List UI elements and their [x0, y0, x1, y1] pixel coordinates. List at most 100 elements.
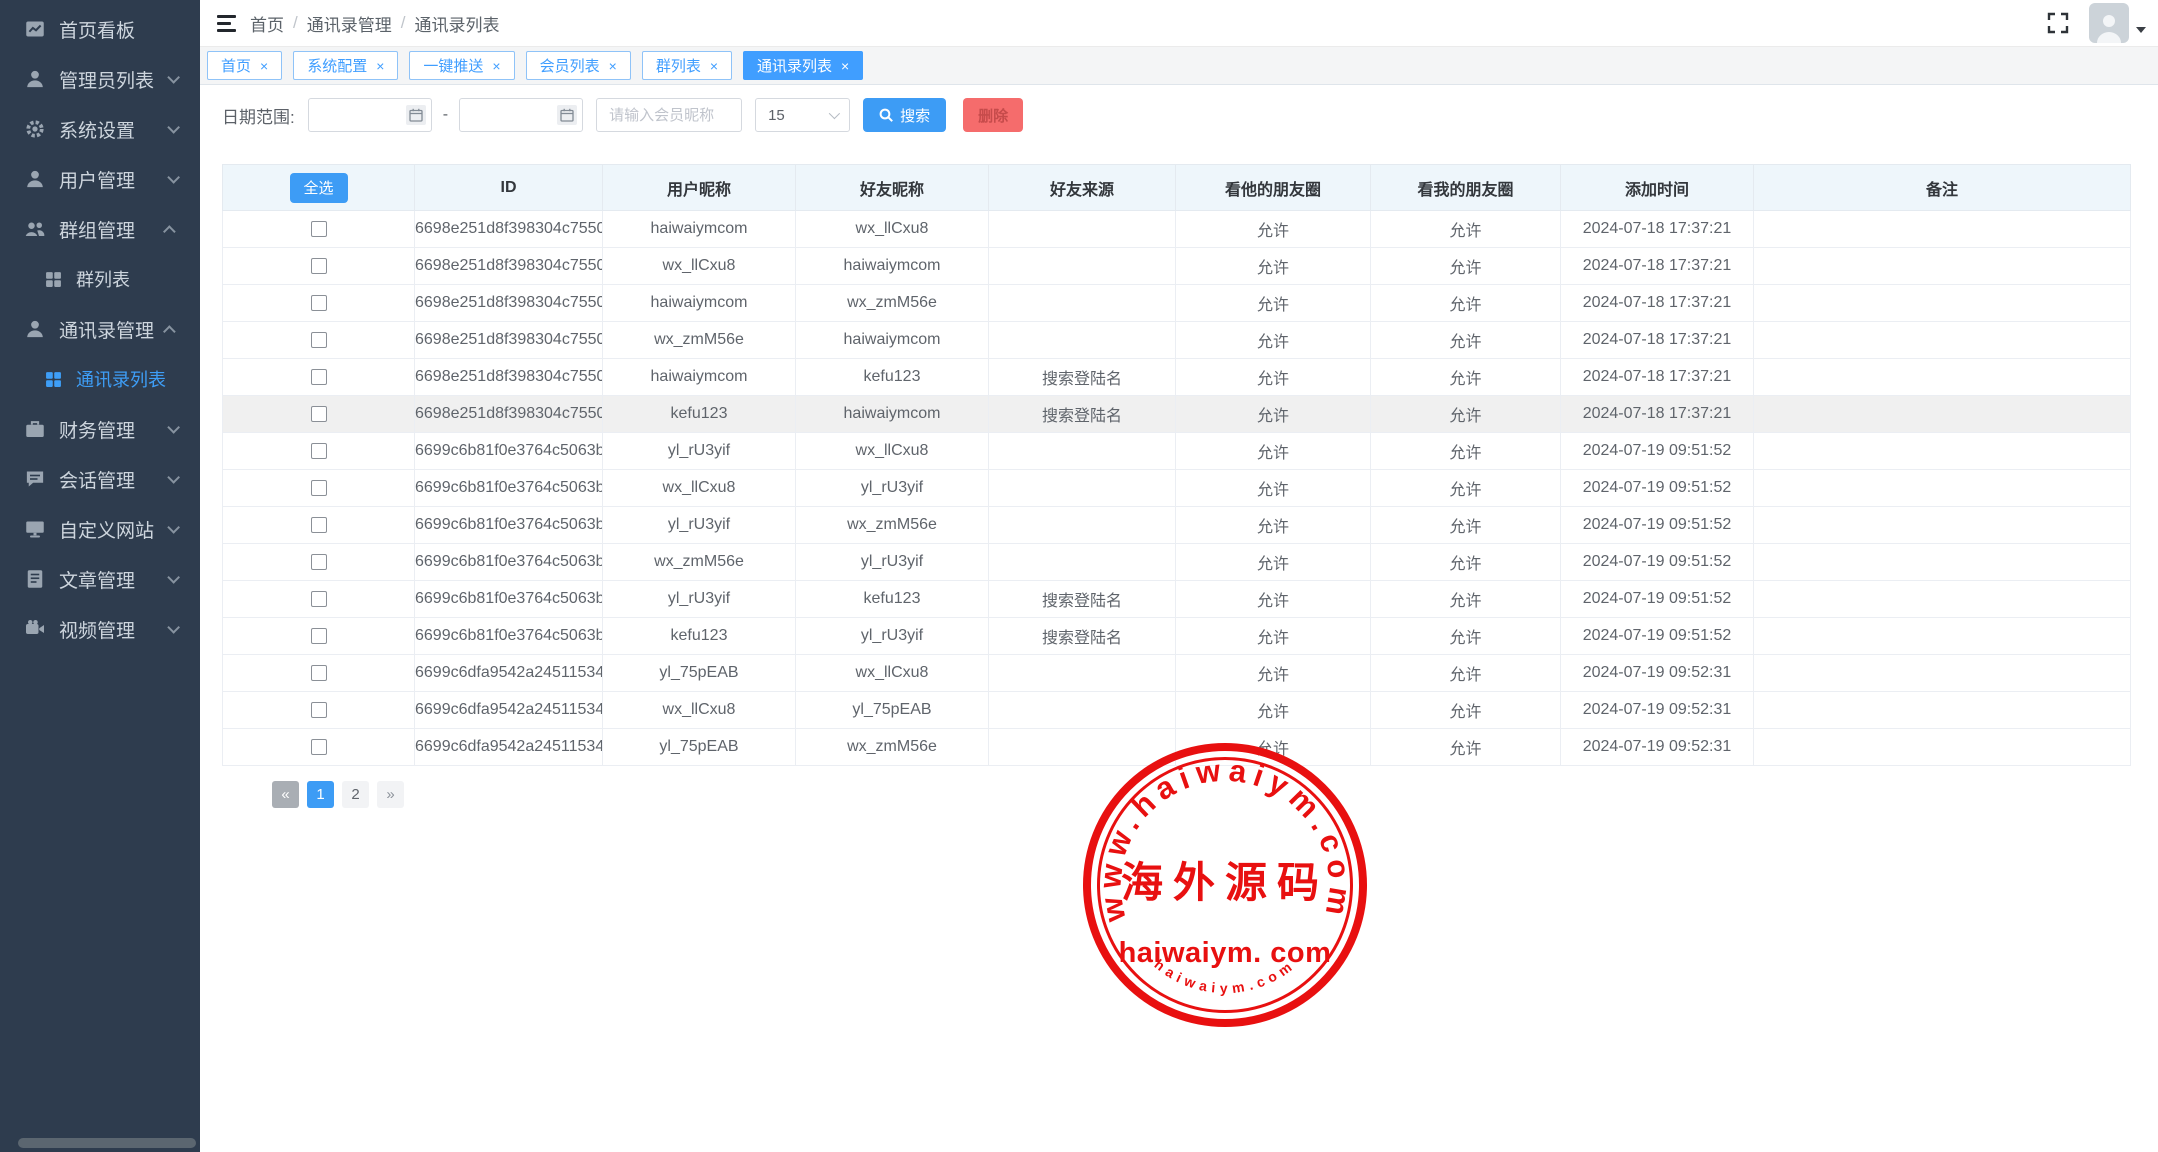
cell-see_my: 允许: [1371, 248, 1561, 285]
row-checkbox[interactable]: [311, 258, 327, 274]
page-size-select[interactable]: 15: [755, 98, 850, 132]
filter-bar: 日期范围: -: [222, 98, 2158, 132]
topbar-right: [2045, 3, 2146, 43]
breadcrumb-item-1[interactable]: 通讯录管理: [307, 11, 392, 36]
cell-friend_source: 搜索登陆名: [989, 359, 1176, 396]
sidebar-item-3[interactable]: 用户管理: [0, 154, 200, 204]
sidebar-item-8[interactable]: 财务管理: [0, 404, 200, 454]
tab-close-icon[interactable]: ×: [609, 59, 617, 73]
checkbox-cell: [223, 544, 415, 581]
date-to-input[interactable]: [459, 98, 583, 132]
tab-5[interactable]: 通讯录列表×: [743, 51, 863, 80]
user-menu-chevron-down-icon[interactable]: [2136, 27, 2146, 33]
cell-see_my: 允许: [1371, 729, 1561, 766]
date-from-input[interactable]: [308, 98, 432, 132]
stamp-main-text: haiwaiym. com: [1119, 937, 1332, 969]
sidebar-item-2[interactable]: 系统设置: [0, 104, 200, 154]
sidebar-item-9[interactable]: 会话管理: [0, 454, 200, 504]
row-checkbox[interactable]: [311, 739, 327, 755]
page-size-value: 15: [768, 107, 785, 124]
sidebar-item-4[interactable]: 群组管理: [0, 204, 200, 254]
cell-see_his: 允许: [1176, 581, 1371, 618]
sidebar-item-5[interactable]: 群列表: [0, 254, 200, 304]
cell-added_time: 2024-07-19 09:51:52: [1561, 470, 1754, 507]
cell-note: [1754, 544, 2131, 581]
row-checkbox[interactable]: [311, 443, 327, 459]
calendar-icon[interactable]: [557, 105, 577, 125]
tab-2[interactable]: 一键推送×: [409, 51, 514, 80]
tab-label: 系统配置: [307, 55, 367, 76]
cell-see_his: 允许: [1176, 322, 1371, 359]
breadcrumb-item-2[interactable]: 通讯录列表: [414, 11, 499, 36]
sidebar-item-label: 用户管理: [59, 166, 135, 193]
column-header-6: 添加时间: [1561, 165, 1754, 211]
cell-added_time: 2024-07-19 09:52:31: [1561, 692, 1754, 729]
row-checkbox[interactable]: [311, 665, 327, 681]
avatar[interactable]: [2089, 3, 2129, 43]
row-checkbox[interactable]: [311, 591, 327, 607]
row-checkbox[interactable]: [311, 554, 327, 570]
cell-friend_nickname: wx_llCxu8: [796, 211, 989, 248]
sidebar-collapse-icon[interactable]: [217, 15, 236, 32]
cell-id: 6698e251d8f398304c7550b6: [415, 396, 603, 433]
search-icon: [879, 108, 893, 122]
row-checkbox[interactable]: [311, 406, 327, 422]
cell-friend_nickname: haiwaiymcom: [796, 322, 989, 359]
cell-note: [1754, 322, 2131, 359]
sidebar-item-label: 通讯录管理: [59, 316, 154, 343]
cell-added_time: 2024-07-19 09:51:52: [1561, 618, 1754, 655]
row-checkbox[interactable]: [311, 480, 327, 496]
tab-close-icon[interactable]: ×: [492, 59, 500, 73]
tab-1[interactable]: 系统配置 ×: [293, 51, 398, 80]
row-checkbox[interactable]: [311, 517, 327, 533]
member-nickname-input[interactable]: [596, 98, 742, 132]
content: 日期范围: -: [200, 98, 2158, 808]
cell-user_nickname: kefu123: [603, 618, 796, 655]
horizontal-scrollbar-thumb[interactable]: [18, 1138, 196, 1148]
breadcrumb-item-0[interactable]: 首页: [250, 11, 284, 36]
search-button[interactable]: 搜索: [863, 98, 946, 132]
tab-close-icon[interactable]: ×: [841, 59, 849, 73]
cell-see_his: 允许: [1176, 692, 1371, 729]
sidebar-item-12[interactable]: 视频管理: [0, 604, 200, 654]
tab-close-icon[interactable]: ×: [710, 59, 718, 73]
contacts-icon: [25, 319, 45, 339]
tab-close-icon[interactable]: ×: [260, 59, 268, 73]
table-row-10: 6699c6b81f0e3764c5063b35yl_rU3yifkefu123…: [223, 581, 2131, 618]
cell-friend_nickname: yl_rU3yif: [796, 544, 989, 581]
pagination-page-2[interactable]: 2: [342, 781, 369, 808]
fullscreen-icon[interactable]: [2045, 10, 2071, 36]
delete-button[interactable]: 删除: [963, 98, 1023, 132]
sidebar-item-7[interactable]: 通讯录列表: [0, 354, 200, 404]
row-checkbox[interactable]: [311, 221, 327, 237]
checkbox-cell: [223, 655, 415, 692]
cell-user_nickname: haiwaiymcom: [603, 211, 796, 248]
select-all-button[interactable]: 全选: [290, 173, 348, 203]
sidebar-item-1[interactable]: 管理员列表: [0, 54, 200, 104]
row-checkbox[interactable]: [311, 332, 327, 348]
sidebar-item-11[interactable]: 文章管理: [0, 554, 200, 604]
row-checkbox[interactable]: [311, 295, 327, 311]
cell-user_nickname: yl_rU3yif: [603, 507, 796, 544]
cell-user_nickname: wx_llCxu8: [603, 248, 796, 285]
row-checkbox[interactable]: [311, 369, 327, 385]
row-checkbox[interactable]: [311, 702, 327, 718]
sidebar-item-6[interactable]: 通讯录管理: [0, 304, 200, 354]
cell-note: [1754, 433, 2131, 470]
tab-3[interactable]: 会员列表×: [526, 51, 631, 80]
row-checkbox[interactable]: [311, 628, 327, 644]
checkbox-cell: [223, 433, 415, 470]
sidebar-item-10[interactable]: 自定义网站: [0, 504, 200, 554]
pagination-page-1[interactable]: 1: [307, 781, 334, 808]
tab-0[interactable]: 首页×: [207, 51, 282, 80]
cell-see_my: 允许: [1371, 359, 1561, 396]
tab-4[interactable]: 群列表×: [642, 51, 732, 80]
checkbox-cell: [223, 581, 415, 618]
pagination-prev-button[interactable]: «: [272, 781, 299, 808]
tab-close-icon[interactable]: ×: [376, 59, 384, 73]
cell-note: [1754, 211, 2131, 248]
table-row-13: 6699c6dfa9542a24511534d8wx_llCxu8yl_75pE…: [223, 692, 2131, 729]
pagination-next-button[interactable]: »: [377, 781, 404, 808]
calendar-icon[interactable]: [406, 105, 426, 125]
sidebar-item-0[interactable]: 首页看板: [0, 4, 200, 54]
